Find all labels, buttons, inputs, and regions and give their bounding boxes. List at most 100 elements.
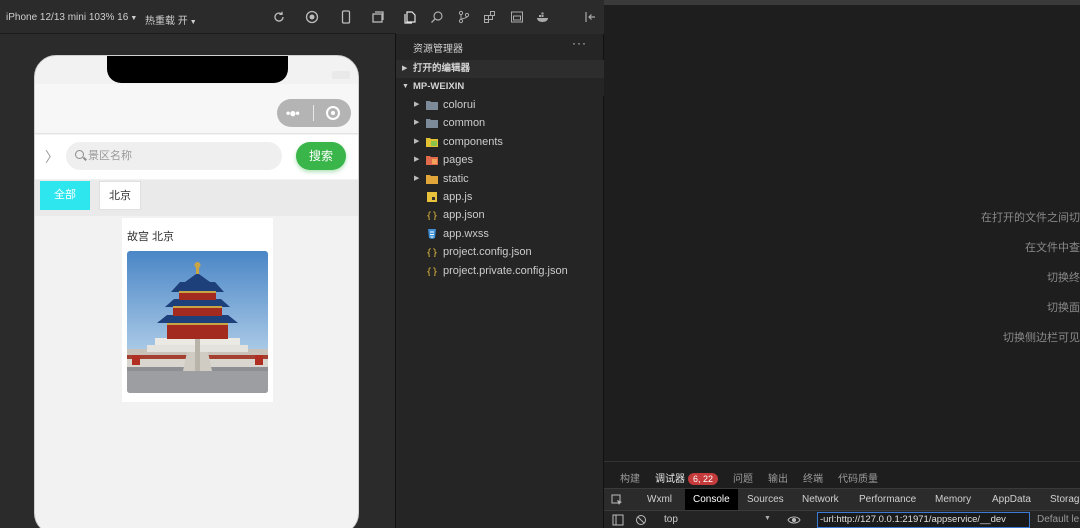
capsule-menu[interactable]: •●• xyxy=(277,99,351,127)
source-control-icon[interactable] xyxy=(457,10,471,24)
tab-output[interactable]: 输出 xyxy=(768,470,788,485)
shortcut-hint: 在打开的文件之间切 xyxy=(981,212,1080,224)
tree-folder-static[interactable]: ▶ static xyxy=(396,170,604,188)
preview-icon[interactable] xyxy=(510,10,524,24)
tree-file[interactable]: app.wxss xyxy=(396,225,604,243)
tree-file[interactable]: app.js xyxy=(396,188,604,206)
shortcut-hint: 切换侧边栏可见 xyxy=(1003,332,1080,344)
card-title: 故宫 北京 xyxy=(127,231,175,243)
folder-static-icon xyxy=(426,174,438,184)
json-file-icon: {} xyxy=(426,211,438,220)
json-file-icon: {} xyxy=(426,248,438,257)
section-label: MP-WEIXIN xyxy=(413,81,465,92)
device-label: iPhone 12/13 mini 103% 16 xyxy=(6,12,129,23)
filter-value: -url:http://127.0.0.1:21971/appservice/_… xyxy=(820,514,1006,525)
record-icon[interactable] xyxy=(305,10,319,24)
search-icon xyxy=(75,150,84,159)
devtools-tab-network[interactable]: Network xyxy=(802,489,839,511)
devtools-tab-console[interactable]: Console xyxy=(685,489,738,511)
tree-item-label: app.js xyxy=(443,191,473,203)
chevron-right-icon: ▶ xyxy=(414,119,420,127)
tree-file[interactable]: {} project.private.config.json xyxy=(396,262,604,280)
tab-code-quality[interactable]: 代码质量 xyxy=(838,470,878,485)
error-count-badge: 6, 22 xyxy=(688,473,719,485)
shortcut-hint: 在文件中查 xyxy=(1025,242,1080,254)
hot-reload-label: 热重载 开 xyxy=(145,16,188,27)
sidebar-toggle-icon[interactable] xyxy=(612,514,624,526)
chevron-down-icon: ▼ xyxy=(189,19,197,26)
chevron-right-icon: ▶ xyxy=(414,156,420,164)
project-section[interactable]: ▼ MP-WEIXIN xyxy=(396,78,604,96)
chevron-right-icon[interactable]: 〉 xyxy=(45,147,59,167)
log-levels-select[interactable]: Default le xyxy=(1037,514,1079,525)
devtools-tab-memory[interactable]: Memory xyxy=(935,489,971,511)
svg-text:{}: {} xyxy=(426,211,438,220)
folder-pages-icon xyxy=(426,156,438,166)
explorer-panel: 资源管理器 ··· ▶ 打开的编辑器 ▼ MP-WEIXIN ▶ colorui ▶… xyxy=(396,34,604,528)
search-button[interactable]: 搜索 xyxy=(296,142,346,170)
devtools-tab-sources[interactable]: Sources xyxy=(747,489,784,511)
filter-chip-beijing[interactable]: 北京 xyxy=(99,181,141,210)
devtools-tab-wxml[interactable]: Wxml xyxy=(647,489,672,511)
tree-folder-pages[interactable]: ▶ pages xyxy=(396,151,604,169)
hot-reload-toggle[interactable]: 热重载 开 ▼ xyxy=(145,12,197,27)
clear-console-icon[interactable] xyxy=(635,514,647,526)
capsule-divider xyxy=(313,105,314,121)
cloud-docker-icon[interactable] xyxy=(536,10,550,24)
tree-folder-common[interactable]: ▶ common xyxy=(396,114,604,132)
chevron-right-icon: ▶ xyxy=(414,101,420,108)
files-icon[interactable] xyxy=(403,10,417,24)
activity-bar xyxy=(396,0,604,34)
open-editors-section[interactable]: ▶ 打开的编辑器 xyxy=(396,60,604,78)
eye-icon[interactable] xyxy=(787,515,801,525)
search-icon[interactable] xyxy=(430,10,444,24)
tab-build[interactable]: 构建 xyxy=(620,470,640,485)
inspect-element-icon[interactable] xyxy=(611,494,623,506)
tree-item-label: app.json xyxy=(443,209,485,222)
css-file-icon xyxy=(428,228,436,239)
chevron-down-icon: ▼ xyxy=(130,15,138,22)
more-actions-icon[interactable]: ··· xyxy=(572,36,587,50)
devtools-tab-appdata[interactable]: AppData xyxy=(992,489,1031,511)
tree-folder-colorui[interactable]: ▶ colorui xyxy=(396,96,604,114)
chevron-right-icon: ▶ xyxy=(414,137,420,145)
console-filter-input[interactable]: -url:http://127.0.0.1:21971/appservice/_… xyxy=(817,512,1030,528)
filter-chip-all[interactable]: 全部 xyxy=(40,181,90,210)
tree-folder-components[interactable]: ▶ components xyxy=(396,133,604,151)
refresh-icon[interactable] xyxy=(272,10,286,24)
javascript-file-icon xyxy=(427,192,437,202)
extensions-icon[interactable] xyxy=(483,10,497,24)
tab-label: 调试器 xyxy=(655,474,685,485)
search-box[interactable] xyxy=(66,142,282,170)
capsule-close-icon[interactable] xyxy=(326,106,340,120)
window-icon[interactable] xyxy=(371,10,385,24)
simulator-pane: iPhone 12/13 mini 103% 16 ▼ 热重载 开 ▼ •●• 〉 … xyxy=(0,0,396,528)
device-select[interactable]: iPhone 12/13 mini 103% 16 ▼ xyxy=(6,12,137,23)
tree-item-label: pages xyxy=(443,154,473,167)
chevron-down-icon: ▼ xyxy=(402,83,409,90)
devtools-tab-storage[interactable]: Storag xyxy=(1050,489,1079,511)
tree-item-label: common xyxy=(443,117,486,130)
tree-item-label: app.wxss xyxy=(443,227,489,240)
context-select[interactable]: top xyxy=(664,514,678,525)
simulator-toolbar: iPhone 12/13 mini 103% 16 ▼ 热重载 开 ▼ xyxy=(0,0,396,34)
toggle-panel-icon[interactable] xyxy=(583,10,597,24)
phone-icon[interactable] xyxy=(339,10,353,24)
shortcut-hint: 切换面 xyxy=(1047,302,1080,314)
search-row: 〉 搜索 xyxy=(35,135,358,179)
tree-item-label: colorui xyxy=(443,99,476,111)
tab-problems[interactable]: 问题 xyxy=(733,470,753,485)
json-file-icon: {} xyxy=(426,267,438,276)
phone-notch xyxy=(107,56,288,83)
chevron-down-icon[interactable]: ▼ xyxy=(764,515,771,522)
tree-file[interactable]: {} project.config.json xyxy=(396,243,604,261)
scenic-card[interactable]: 故宫 北京 xyxy=(122,218,273,402)
more-dots-icon[interactable]: •●• xyxy=(286,106,300,120)
tab-debugger[interactable]: 调试器 6, 22 xyxy=(655,470,719,485)
search-input[interactable] xyxy=(88,148,273,164)
devtools-tabs: Wxml Console Sources Network Performance… xyxy=(604,488,1080,511)
tab-terminal[interactable]: 终端 xyxy=(803,470,823,485)
temple-of-heaven-photo xyxy=(127,251,268,393)
tree-file[interactable]: {} app.json xyxy=(396,206,604,224)
devtools-tab-performance[interactable]: Performance xyxy=(859,489,916,511)
